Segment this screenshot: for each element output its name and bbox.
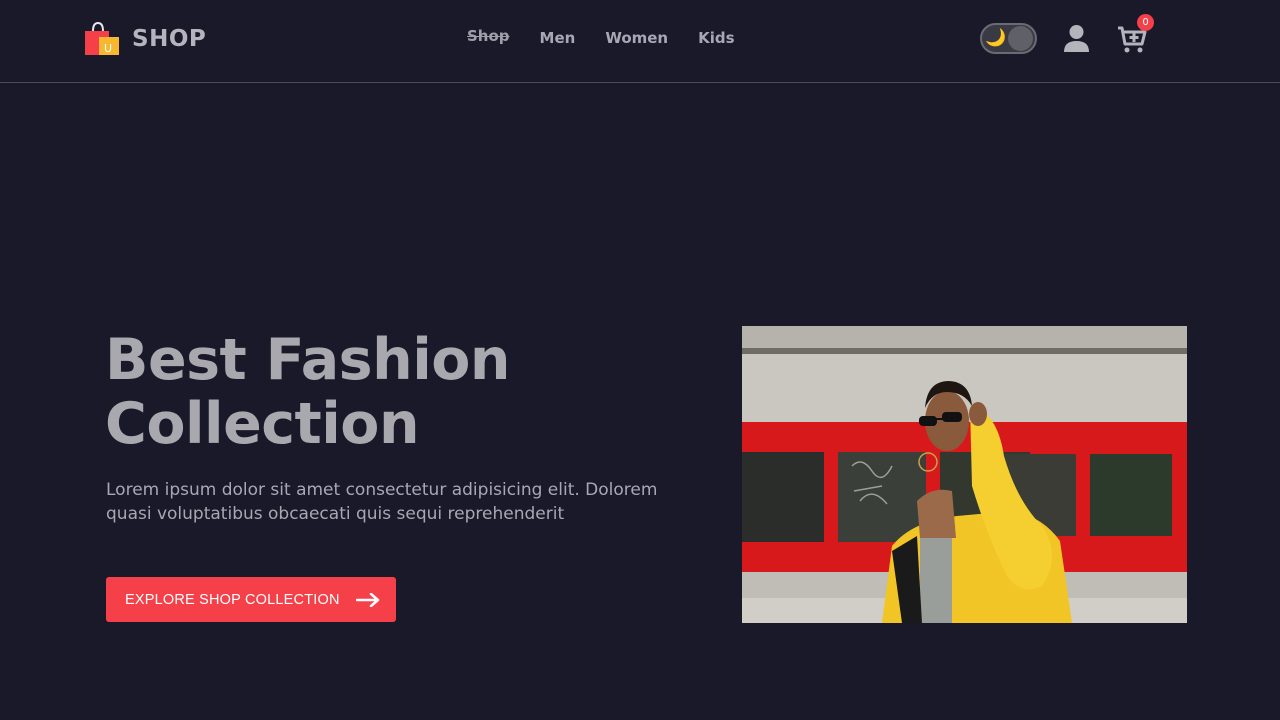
fashion-model-photo: [742, 326, 1187, 623]
shopping-bag-icon: U: [85, 21, 119, 55]
cta-label: EXPLORE SHOP COLLECTION: [125, 591, 340, 608]
cart-count-badge: 0: [1137, 14, 1154, 31]
site-header: U SHOP Shop Men Women Kids 🌙 0: [0, 0, 1280, 83]
main-nav: Shop Men Women Kids: [467, 27, 765, 47]
nav-women[interactable]: Women: [605, 29, 668, 47]
arrow-right-icon: [355, 592, 379, 607]
toggle-knob: [1008, 26, 1033, 51]
nav-kids[interactable]: Kids: [698, 29, 734, 47]
explore-collection-button[interactable]: EXPLORE SHOP COLLECTION: [106, 577, 396, 622]
hero-description: Lorem ipsum dolor sit amet consectetur a…: [106, 480, 658, 524]
hero-title-line-1: Best Fashion: [105, 327, 510, 393]
hero-title: Best Fashion Collection: [105, 328, 665, 456]
hero-image: [742, 326, 1187, 623]
nav-men[interactable]: Men: [540, 29, 576, 47]
logo[interactable]: U SHOP: [83, 21, 206, 57]
user-icon: [1064, 25, 1089, 52]
theme-toggle[interactable]: 🌙: [980, 23, 1037, 54]
logo-badge-letter: U: [104, 42, 112, 55]
logo-text: SHOP: [132, 26, 207, 52]
nav-shop[interactable]: Shop: [467, 27, 510, 47]
hero-title-line-2: Collection: [105, 391, 420, 457]
user-account-button[interactable]: [1063, 24, 1090, 54]
moon-icon: 🌙: [985, 28, 1007, 48]
